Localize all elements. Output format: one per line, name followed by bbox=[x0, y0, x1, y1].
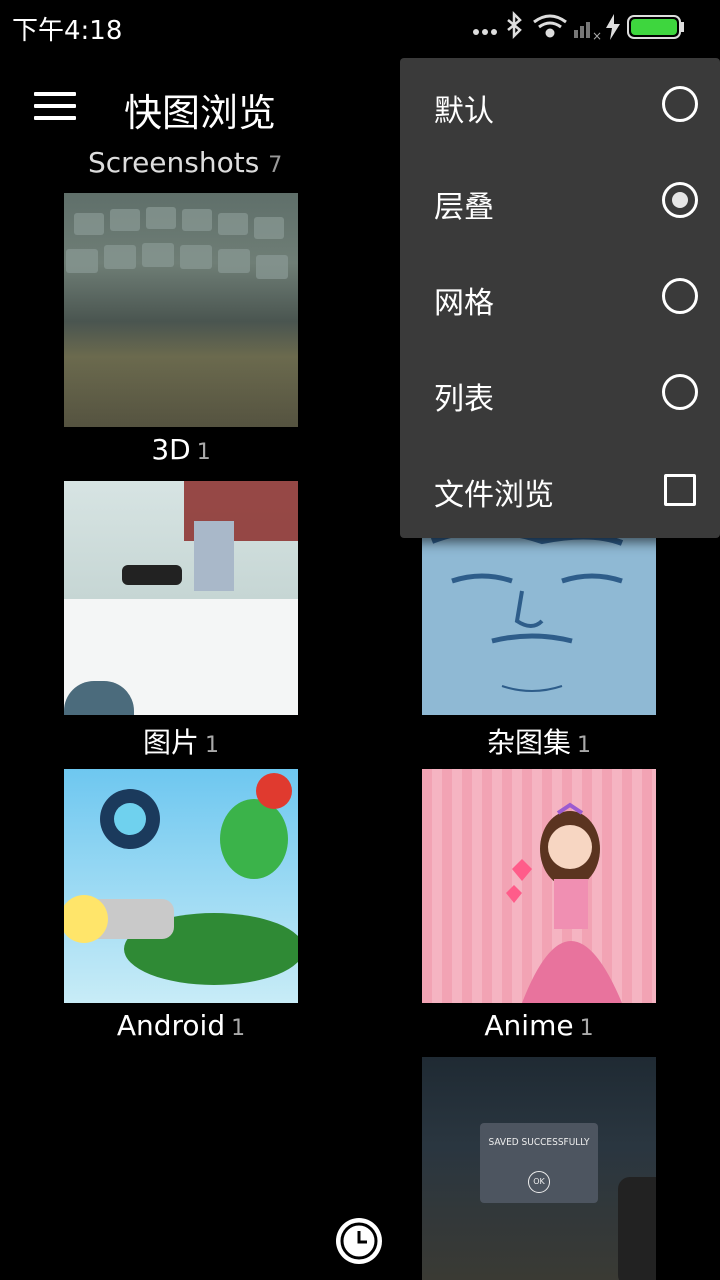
album-name: Android bbox=[116, 1009, 226, 1042]
album-name: 杂图集 bbox=[486, 726, 571, 759]
album-count: 1 bbox=[231, 1016, 246, 1041]
album-item[interactable]: 3D 1 bbox=[64, 193, 298, 466]
section-name: Screenshots bbox=[88, 146, 260, 179]
album-thumbnail bbox=[64, 193, 298, 427]
album-count: 1 bbox=[579, 1016, 594, 1041]
saved-dialog-text: SAVED SUCCESSFULLY bbox=[488, 1137, 590, 1148]
game-art-image bbox=[64, 773, 298, 985]
signal-icon: × bbox=[574, 22, 602, 42]
album-label: 图片 1 bbox=[64, 721, 298, 761]
album-name: 3D bbox=[151, 433, 191, 466]
menu-item-label: 层叠 bbox=[434, 190, 494, 225]
menu-item-label: 列表 bbox=[434, 382, 494, 417]
saved-dialog-ok: OK bbox=[528, 1171, 550, 1193]
album-name: 图片 bbox=[142, 726, 199, 759]
menu-item-file-browse[interactable]: 文件浏览 bbox=[400, 442, 720, 538]
album-item[interactable]: 图片 1 bbox=[64, 481, 298, 761]
album-thumbnail bbox=[64, 481, 298, 715]
radio-button-selected[interactable] bbox=[662, 182, 698, 218]
status-bar: 下午4:18 × bbox=[0, 0, 720, 52]
section-title: Screenshots 7 bbox=[88, 146, 282, 179]
svg-text:×: × bbox=[592, 29, 602, 42]
more-dots-icon bbox=[473, 29, 497, 35]
album-item[interactable]: Android 1 bbox=[64, 769, 298, 1042]
album-label: 杂图集 1 bbox=[422, 721, 656, 761]
album-thumbnail: SAVED SUCCESSFULLY OK bbox=[422, 1057, 656, 1280]
menu-item-stacked[interactable]: 层叠 bbox=[400, 154, 720, 250]
album-count: 1 bbox=[196, 440, 211, 465]
hamburger-menu-icon[interactable] bbox=[34, 92, 76, 122]
wifi-icon bbox=[533, 14, 567, 38]
radio-button[interactable] bbox=[662, 86, 698, 122]
menu-item-label: 文件浏览 bbox=[434, 478, 554, 513]
album-count: 1 bbox=[577, 733, 591, 758]
charging-icon bbox=[606, 14, 620, 40]
album-thumbnail bbox=[422, 769, 656, 1003]
checkbox[interactable] bbox=[664, 474, 696, 506]
album-label: Android 1 bbox=[64, 1009, 298, 1042]
menu-item-label: 网格 bbox=[434, 286, 494, 321]
status-time: 下午4:18 bbox=[12, 16, 123, 46]
menu-item-list[interactable]: 列表 bbox=[400, 346, 720, 442]
radio-button[interactable] bbox=[662, 278, 698, 314]
saved-dialog: SAVED SUCCESSFULLY OK bbox=[480, 1123, 598, 1203]
menu-item-label: 默认 bbox=[434, 94, 494, 129]
album-label: 3D 1 bbox=[64, 433, 298, 466]
album-thumbnail bbox=[64, 769, 298, 1003]
menu-item-grid[interactable]: 网格 bbox=[400, 250, 720, 346]
album-count: 1 bbox=[205, 733, 219, 758]
bluetooth-icon bbox=[507, 10, 522, 40]
princess-image bbox=[506, 802, 622, 1003]
keyboard-image bbox=[66, 207, 288, 279]
menu-item-default[interactable]: 默认 bbox=[400, 58, 720, 154]
section-count: 7 bbox=[268, 153, 283, 178]
album-label: Anime 1 bbox=[422, 1009, 656, 1042]
album-item[interactable]: Anime 1 bbox=[422, 769, 656, 1042]
clock-icon[interactable] bbox=[336, 1218, 382, 1264]
album-name: Anime bbox=[484, 1009, 574, 1042]
app-title: 快图浏览 bbox=[124, 91, 277, 135]
radio-button[interactable] bbox=[662, 374, 698, 410]
status-icons: × bbox=[473, 10, 684, 42]
view-mode-popup-menu: 默认 层叠 网格 列表 文件浏览 bbox=[400, 58, 720, 538]
album-item[interactable]: SAVED SUCCESSFULLY OK bbox=[422, 1057, 656, 1280]
battery-icon bbox=[627, 15, 684, 39]
